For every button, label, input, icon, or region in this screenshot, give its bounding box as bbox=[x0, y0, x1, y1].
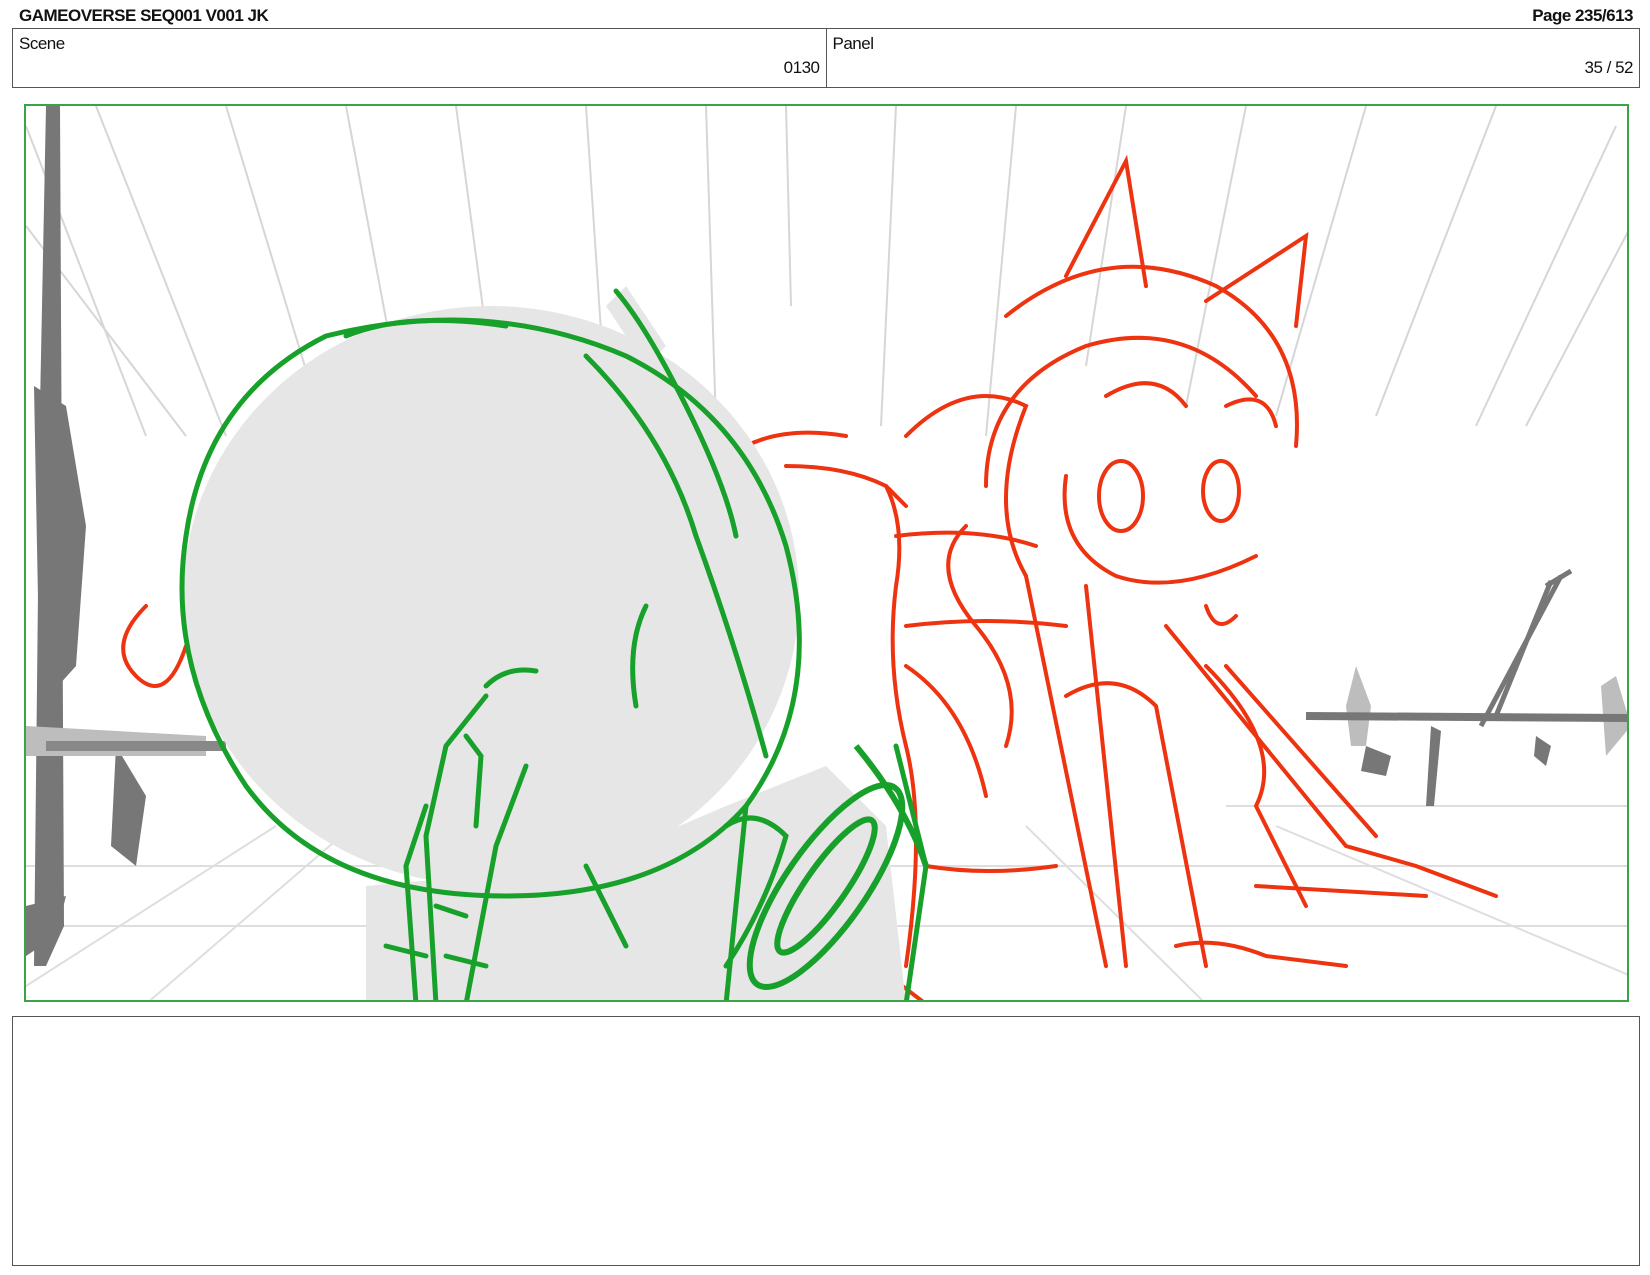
panel-notes-box[interactable] bbox=[12, 1016, 1640, 1266]
storyboard-sketch bbox=[26, 106, 1627, 1000]
scene-cell: Scene 0130 bbox=[13, 29, 826, 87]
panel-number: 35 / 52 bbox=[1584, 58, 1634, 77]
background-horizon-line-right bbox=[1305, 712, 1627, 722]
document-title: GAMEOVERSE SEQ001 V001 JK bbox=[19, 6, 269, 25]
background-props-right bbox=[1346, 666, 1627, 806]
scene-number: 0130 bbox=[783, 58, 820, 77]
robot-head-fill bbox=[183, 306, 799, 886]
page-number: Page 235/613 bbox=[1532, 6, 1633, 25]
scene-label: Scene bbox=[19, 34, 65, 53]
background-pillar-left bbox=[26, 106, 146, 966]
storyboard-panel-frame bbox=[24, 104, 1629, 1002]
scene-panel-info-table: Scene 0130 Panel 35 / 52 bbox=[12, 28, 1640, 88]
background-sticks-right bbox=[1478, 568, 1573, 728]
panel-label: Panel bbox=[832, 34, 874, 53]
perspective-ceiling-lines bbox=[26, 106, 1627, 437]
panel-cell: Panel 35 / 52 bbox=[825, 29, 1640, 87]
